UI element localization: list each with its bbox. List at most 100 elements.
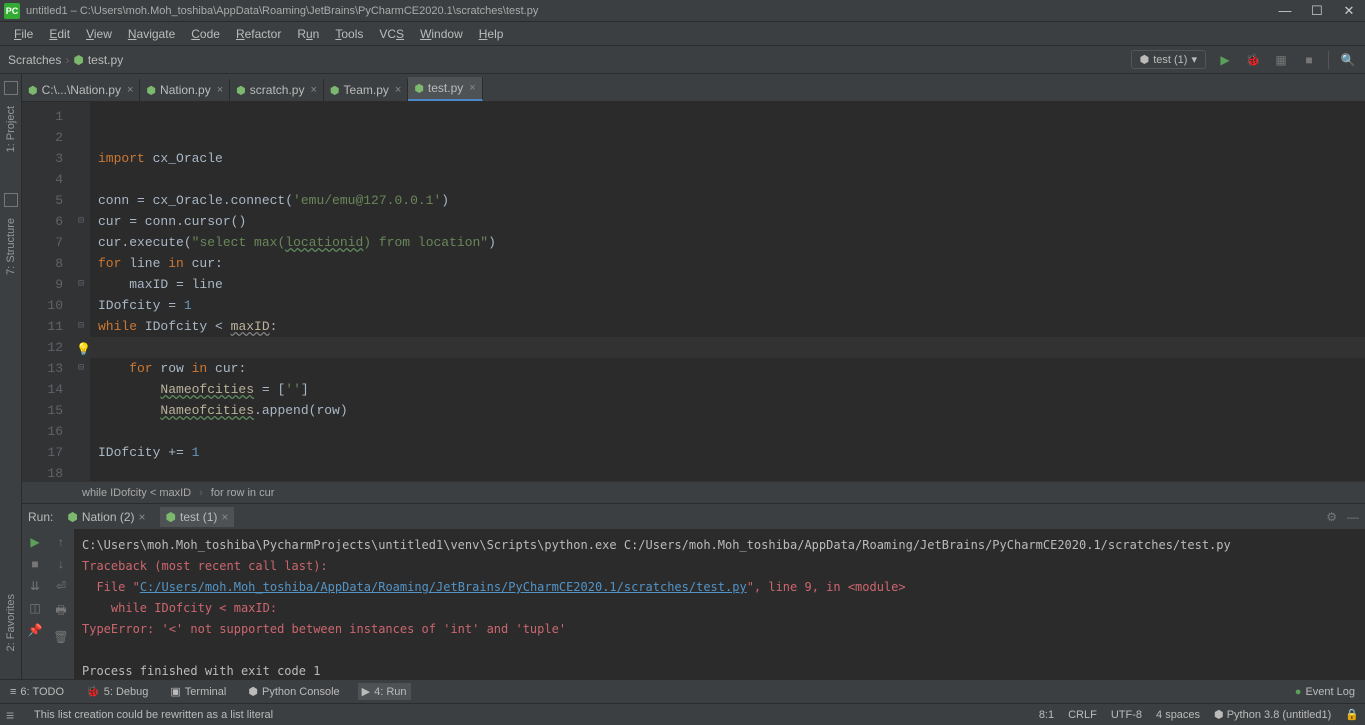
terminal-tool[interactable]: ▣ Terminal [166,683,230,700]
debug-button[interactable]: 🐞 [1244,51,1262,69]
project-tool-icon[interactable] [4,81,18,95]
close-icon[interactable]: × [395,84,401,96]
menu-refactor[interactable]: Refactor [228,25,289,43]
run-tab-label: Nation (2) [82,510,135,524]
close-icon[interactable]: × [310,84,316,96]
editor-tab[interactable]: ⬢ test.py × [408,77,482,101]
close-button[interactable]: ✕ [1337,2,1361,20]
python-file-icon: ⬢ [414,82,424,95]
favorites-tab[interactable]: 2: Favorites [3,586,19,659]
stop-button[interactable]: ■ [1300,51,1318,69]
structure-tool-icon[interactable] [4,193,18,207]
print-icon[interactable]: 🖶 [55,601,66,622]
run-config-selector[interactable]: ⬢ test (1) ▾ [1131,50,1206,69]
coverage-button[interactable]: ▦ [1272,51,1290,69]
run-console-panel: ▶ ■ ⇊ ◫ 📌 ↑ ↓ ⏎ 🖶 🗑 C:\Users\moh.Moh_tos… [22,529,1365,679]
status-line-ending[interactable]: CRLF [1068,709,1097,721]
trash-icon[interactable]: 🗑 [53,630,68,644]
menu-run[interactable]: Run [289,25,327,43]
tab-label: test.py [428,81,463,95]
debug-tool[interactable]: 🐞 5: Debug [82,683,152,700]
status-interpreter[interactable]: ⬢ Python 3.8 (untitled1) [1214,708,1331,721]
run-tab-label: test (1) [180,510,217,524]
fold-gutter: ⊟⊟⊟⊟ [72,102,90,481]
menu-code[interactable]: Code [183,25,228,43]
python-file-icon: ⬢ [73,53,83,67]
menu-vcs[interactable]: VCS [371,25,412,43]
breadcrumb-separator-icon: › [65,53,69,67]
window-title: untitled1 – C:\Users\moh.Moh_toshiba\App… [26,5,1273,17]
run-tab[interactable]: ⬢ test (1) × [160,507,235,527]
code-area[interactable]: 💡import cx_Oracle conn = cx_Oracle.conne… [90,102,1365,481]
close-icon[interactable]: × [221,510,228,524]
status-indent[interactable]: 4 spaces [1156,709,1200,721]
statusbar: This list creation could be rewritten as… [0,703,1365,725]
gear-icon[interactable]: ⚙ [1326,510,1337,524]
hide-button[interactable]: — [1347,510,1359,524]
menu-tools[interactable]: Tools [327,25,371,43]
tab-label: Nation.py [160,83,211,97]
status-message: This list creation could be rewritten as… [34,709,273,721]
python-icon: ⬢ [166,510,176,524]
menubar: File Edit View Navigate Code Refactor Ru… [0,22,1365,46]
python-icon: ⬢ [67,510,77,524]
todo-tool[interactable]: ≡ 6: TODO [6,684,68,700]
close-icon[interactable]: × [127,84,133,96]
up-icon[interactable]: ↑ [58,535,64,549]
breadcrumb-file[interactable]: test.py [88,53,123,67]
run-toolbar-secondary: ↑ ↓ ⏎ 🖶 🗑 [48,529,74,679]
down-icon[interactable]: ↓ [58,557,64,571]
run-label: Run: [28,510,53,524]
navigation-bar: Scratches › ⬢ test.py ⬢ test (1) ▾ ▶ 🐞 ▦… [0,46,1365,74]
structure-tab[interactable]: 7: Structure [3,210,19,283]
layout-icon[interactable]: ◫ [29,601,40,615]
maximize-button[interactable]: ☐ [1305,2,1329,20]
editor-tabs: ⬢ C:\...\Nation.py × ⬢ Nation.py × ⬢ scr… [22,74,1365,102]
run-tool[interactable]: ▶ 4: Run [358,683,411,700]
menu-window[interactable]: Window [412,25,471,43]
line-number-gutter: 123456789101112131415161718 [22,102,72,481]
rerun-button[interactable]: ▶ [30,535,39,549]
tab-label: Team.py [344,83,389,97]
run-panel-header: Run: ⬢ Nation (2) × ⬢ test (1) × ⚙ — [22,503,1365,529]
menu-file[interactable]: File [6,25,41,43]
code-editor[interactable]: 123456789101112131415161718 ⊟⊟⊟⊟ 💡import… [22,102,1365,481]
close-icon[interactable]: × [139,510,146,524]
window-titlebar: PC untitled1 – C:\Users\moh.Moh_toshiba\… [0,0,1365,22]
menu-navigate[interactable]: Navigate [120,25,183,43]
wrap-icon[interactable]: ⏎ [56,579,66,593]
search-button[interactable]: 🔍 [1339,51,1357,69]
breadcrumb-item[interactable]: for row in cur [211,487,275,499]
project-tab[interactable]: 1: Project [3,98,19,160]
console-output[interactable]: C:\Users\moh.Moh_toshiba\PycharmProjects… [74,529,1365,679]
chevron-down-icon: ▾ [1191,53,1197,66]
editor-breadcrumb: while IDofcity < maxID › for row in cur [22,481,1365,503]
menu-view[interactable]: View [78,25,120,43]
editor-tab[interactable]: ⬢ Nation.py × [140,79,230,101]
run-tab[interactable]: ⬢ Nation (2) × [61,507,151,527]
intention-bulb-icon[interactable]: 💡 [76,340,91,361]
close-icon[interactable]: × [469,82,475,94]
tab-label: scratch.py [250,83,305,97]
editor-tab[interactable]: ⬢ C:\...\Nation.py × [22,79,140,101]
pin-icon[interactable]: 📌 [28,623,43,637]
stop-button[interactable]: ■ [31,557,38,571]
editor-tab[interactable]: ⬢ scratch.py × [230,79,324,101]
status-cursor-pos[interactable]: 8:1 [1039,709,1054,721]
editor-tab[interactable]: ⬢ Team.py × [324,79,408,101]
tool-window-bar: ≡ 6: TODO 🐞 5: Debug ▣ Terminal ⬢ Python… [0,679,1365,703]
lock-icon[interactable]: 🔒 [1345,708,1359,721]
breadcrumb-item[interactable]: while IDofcity < maxID [82,487,191,499]
menu-edit[interactable]: Edit [41,25,78,43]
event-log-tool[interactable]: ● Event Log [1291,684,1359,700]
status-encoding[interactable]: UTF-8 [1111,709,1142,721]
python-console-tool[interactable]: ⬢ Python Console [244,683,343,700]
minimize-button[interactable]: — [1273,2,1297,20]
run-toolbar-left: ▶ ■ ⇊ ◫ 📌 [22,529,48,679]
run-button[interactable]: ▶ [1216,51,1234,69]
tool-windows-icon[interactable] [6,707,20,723]
restart-icon[interactable]: ⇊ [30,579,40,593]
menu-help[interactable]: Help [471,25,512,43]
breadcrumb-root[interactable]: Scratches [8,53,61,67]
close-icon[interactable]: × [217,84,223,96]
